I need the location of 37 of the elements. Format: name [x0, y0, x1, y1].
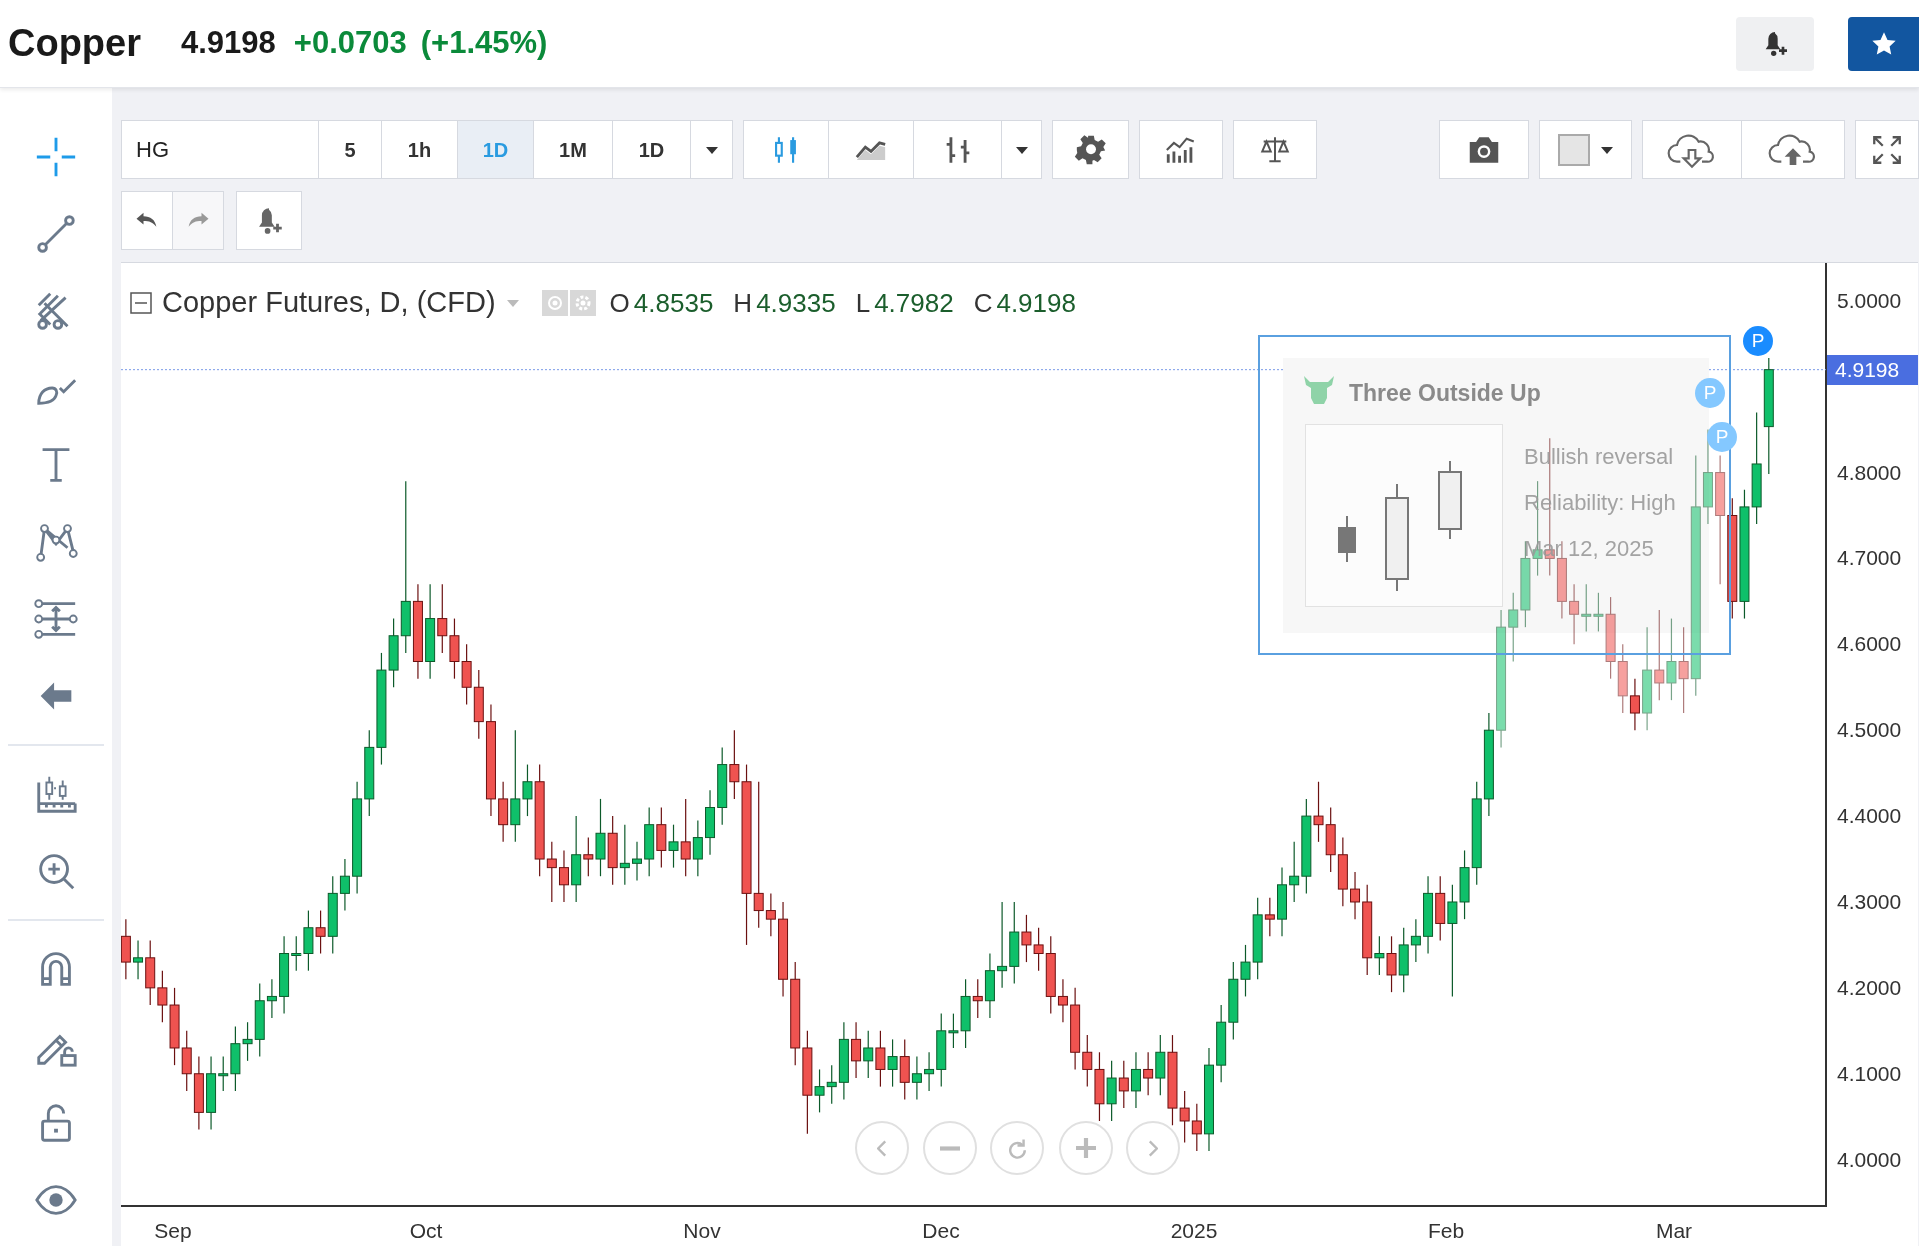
ohlc-label: L: [855, 286, 871, 320]
price-axis-label: 4.0000: [1837, 1148, 1902, 1170]
time-axis-label: Sep: [154, 1218, 192, 1244]
interval-button[interactable]: 1h: [382, 120, 458, 179]
instrument-title: Copper: [8, 21, 141, 66]
pattern-title: Three Outside Up: [1349, 379, 1541, 408]
price-axis-label: 5.0000: [1837, 289, 1902, 311]
price-axis-label: 4.1000: [1837, 1062, 1902, 1084]
ohlc-label: H: [733, 286, 753, 320]
symbol-field[interactable]: HG: [121, 120, 319, 179]
ohlc-value: 4.9198: [996, 286, 1076, 320]
price-axis-label: 4.5000: [1837, 719, 1902, 741]
ohlc-label: O: [609, 286, 630, 320]
time-axis-label: Oct: [409, 1218, 443, 1244]
time-axis-label: Mar: [1655, 1218, 1693, 1244]
price-change: +0.0703: [293, 24, 407, 63]
interval-button[interactable]: 5: [319, 120, 382, 179]
price-axis-label: 4.2000: [1837, 976, 1902, 998]
interval-button[interactable]: 1D: [613, 120, 691, 179]
price-axis-label: 4.3000: [1837, 890, 1902, 912]
last-price: 4.9198: [181, 24, 276, 63]
time-axis-label: 2025: [1170, 1218, 1218, 1244]
price-axis-label: 4.4000: [1837, 805, 1902, 827]
interval-button[interactable]: 1M: [534, 120, 613, 179]
price-axis-label: 4.8000: [1837, 461, 1902, 483]
price-axis-label: 4.6000: [1837, 633, 1902, 655]
last-price-label: 4.9198: [1827, 354, 1918, 385]
ohlc-value: 4.9335: [756, 286, 836, 320]
chart-legend-title: Copper Futures, D, (CFD): [162, 285, 496, 321]
time-axis-label: Dec: [922, 1218, 960, 1244]
ohlc-value: 4.8535: [633, 286, 714, 320]
price-axis-label: 4.7000: [1837, 547, 1902, 569]
time-axis-label: Feb: [1427, 1218, 1465, 1244]
time-axis-label: Nov: [683, 1218, 721, 1244]
ohlc-label: C: [973, 286, 993, 320]
ohlc-value: 4.7982: [874, 286, 954, 320]
price-change-percent: (+1.45%): [420, 24, 548, 63]
